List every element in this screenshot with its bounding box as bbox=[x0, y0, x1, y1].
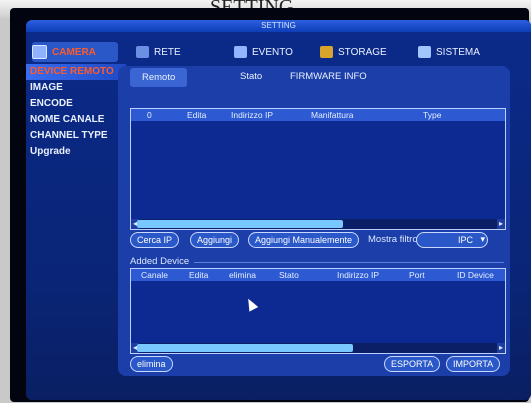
search-scroll-thumb[interactable] bbox=[137, 220, 343, 228]
nav-rete-label: RETE bbox=[154, 46, 181, 58]
added-col-stato: Stato bbox=[279, 270, 299, 280]
nav-sistema[interactable]: SISTEMA bbox=[418, 42, 480, 62]
added-device-table: Canale Edita elimina Stato Indirizzo IP … bbox=[130, 268, 506, 354]
mostra-filtro-label: Mostra filtro bbox=[368, 234, 418, 245]
sidebar-item-device-remoto[interactable]: DEVICE REMOTO bbox=[26, 64, 126, 80]
sidebar-item-channel-type[interactable]: CHANNEL TYPE bbox=[26, 128, 126, 144]
sidebar-item-upgrade[interactable]: Upgrade bbox=[26, 144, 126, 160]
nav-camera-label: CAMERA bbox=[52, 46, 96, 58]
chevron-down-icon: ▾ bbox=[480, 234, 485, 244]
search-horizontal-scrollbar[interactable]: ◂ ▸ bbox=[131, 219, 505, 229]
tab-firmware-info[interactable]: FIRMWARE INFO bbox=[290, 71, 367, 82]
added-horizontal-scrollbar[interactable]: ◂ ▸ bbox=[131, 343, 505, 353]
aggiungi-manualmente-button[interactable]: Aggiungi Manualemente bbox=[248, 232, 360, 248]
nav-sistema-label: SISTEMA bbox=[436, 46, 480, 58]
window-title: SETTING bbox=[26, 20, 531, 32]
scroll-right-icon[interactable]: ▸ bbox=[497, 219, 505, 229]
added-col-elimina: elimina bbox=[229, 270, 256, 280]
elimina-button[interactable]: elimina bbox=[130, 356, 173, 372]
added-table-header: Canale Edita elimina Stato Indirizzo IP … bbox=[131, 269, 505, 281]
search-col-edita: Edita bbox=[187, 110, 207, 120]
subtabs: Remoto Stato FIRMWARE INFO bbox=[118, 66, 510, 92]
scroll-right-icon[interactable]: ▸ bbox=[497, 343, 505, 353]
nav-evento-label: EVENTO bbox=[252, 46, 293, 58]
system-icon bbox=[418, 46, 431, 58]
added-col-canale: Canale bbox=[141, 270, 168, 280]
top-navigation: CAMERA RETE EVENTO STORAGE SISTEMA bbox=[26, 38, 531, 64]
nav-storage[interactable]: STORAGE bbox=[320, 42, 387, 62]
search-col-0: 0 bbox=[147, 110, 152, 120]
dvr-screen: SETTING CAMERA RETE EVENTO STORAGE SISTE… bbox=[26, 20, 531, 400]
added-scroll-thumb[interactable] bbox=[137, 344, 353, 352]
network-icon bbox=[136, 46, 149, 58]
nav-rete[interactable]: RETE bbox=[136, 42, 181, 62]
nav-evento[interactable]: EVENTO bbox=[234, 42, 293, 62]
section-divider bbox=[194, 262, 504, 263]
importa-button[interactable]: IMPORTA bbox=[446, 356, 501, 372]
esporta-button[interactable]: ESPORTA bbox=[384, 356, 441, 372]
search-col-manifattura: Manifattura bbox=[311, 110, 354, 120]
sidebar-item-nome-canale[interactable]: NOME CANALE bbox=[26, 112, 126, 128]
event-icon bbox=[234, 46, 247, 58]
filter-select[interactable]: IPC ▾ bbox=[416, 232, 488, 248]
sidebar-item-image[interactable]: IMAGE bbox=[26, 80, 126, 96]
sidebar-item-encode[interactable]: ENCODE bbox=[26, 96, 126, 112]
aggiungi-button[interactable]: Aggiungi bbox=[190, 232, 240, 248]
tab-remoto[interactable]: Remoto bbox=[130, 68, 188, 87]
storage-icon bbox=[320, 46, 333, 58]
nav-camera[interactable]: CAMERA bbox=[32, 42, 118, 62]
search-col-ip: Indirizzo IP bbox=[231, 110, 274, 120]
added-col-port: Port bbox=[409, 270, 425, 280]
monitor-frame: SETTING CAMERA RETE EVENTO STORAGE SISTE… bbox=[10, 8, 531, 402]
tab-stato[interactable]: Stato bbox=[240, 71, 262, 82]
added-device-title: Added Device bbox=[130, 256, 190, 267]
search-table-header: 0 Edita Indirizzo IP Manifattura Type bbox=[131, 109, 505, 121]
cerca-ip-button[interactable]: Cerca IP bbox=[130, 232, 180, 248]
added-col-ip: Indirizzo IP bbox=[337, 270, 380, 280]
main-panel: Remoto Stato FIRMWARE INFO 0 Edita Indir… bbox=[118, 66, 510, 376]
added-col-id-device: ID Device bbox=[457, 270, 494, 280]
sidebar: DEVICE REMOTO IMAGE ENCODE NOME CANALE C… bbox=[26, 64, 126, 364]
camera-icon bbox=[32, 45, 47, 59]
nav-storage-label: STORAGE bbox=[338, 46, 387, 58]
search-results-table: 0 Edita Indirizzo IP Manifattura Type ◂ … bbox=[130, 108, 506, 230]
search-col-type: Type bbox=[423, 110, 442, 120]
filter-value: IPC bbox=[457, 235, 473, 245]
added-col-edita: Edita bbox=[189, 270, 209, 280]
